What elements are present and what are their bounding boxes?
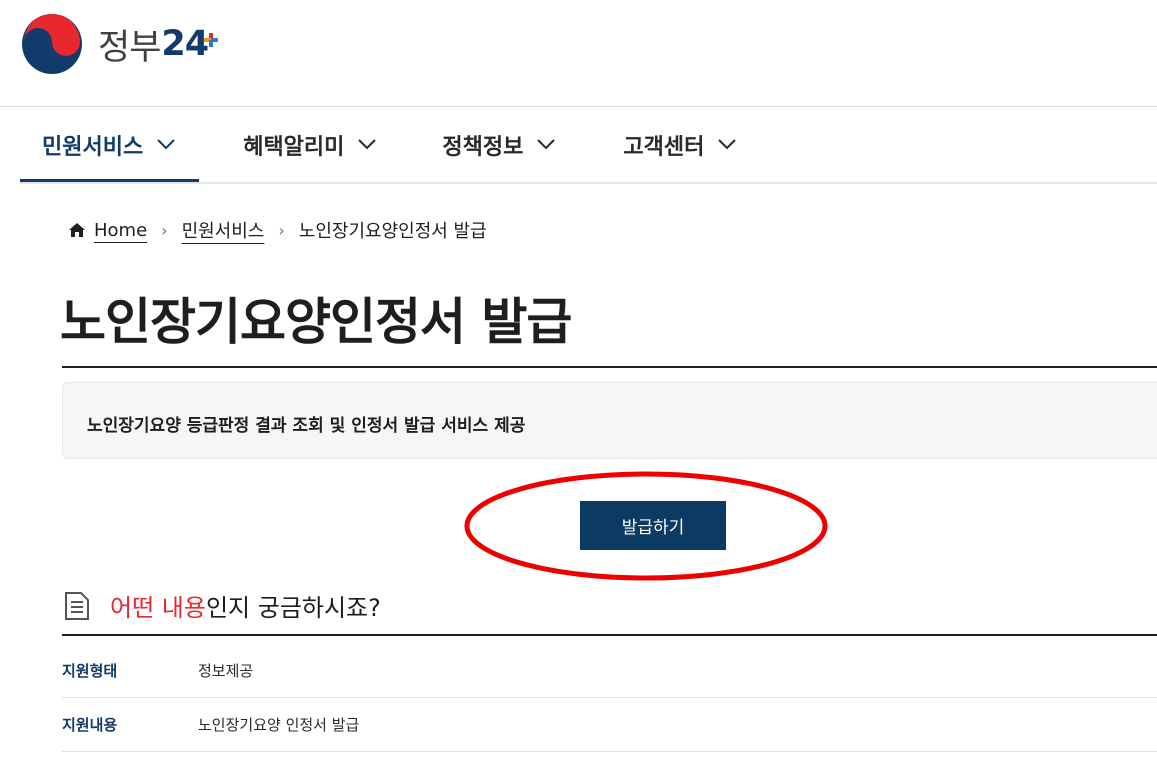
site-logo[interactable]: 정부 24 — [20, 12, 219, 76]
chevron-down-icon — [718, 139, 737, 150]
gnb-item-label: 정책정보 — [442, 134, 524, 160]
gnb-item-label: 혜택알리미 — [243, 134, 345, 160]
page-title: 노인장기요양인정서 발급 — [60, 293, 572, 351]
title-divider — [62, 366, 1157, 368]
issue-button[interactable]: 발급하기 — [580, 501, 726, 550]
chevron-down-icon — [358, 139, 377, 150]
gnb-bottom-divider — [20, 182, 1157, 184]
breadcrumb: Home › 민원서비스 › 노인장기요양인정서 발급 — [68, 217, 487, 243]
plus-mark-icon — [204, 33, 219, 47]
section-title-rest: 인지 궁금하시죠? — [205, 594, 381, 622]
breadcrumb-civil-service-link[interactable]: 민원서비스 — [182, 217, 265, 243]
document-icon — [64, 591, 90, 621]
info-label: 지원형태 — [62, 661, 118, 680]
home-icon — [68, 222, 86, 238]
breadcrumb-current: 노인장기요양인정서 발급 — [298, 221, 487, 242]
section-title-highlight: 어떤 내용 — [110, 594, 206, 622]
gnb-item-benefits[interactable]: 혜택알리미 — [199, 107, 408, 182]
chevron-right-icon: › — [161, 220, 168, 240]
gnb-item-policy[interactable]: 정책정보 — [408, 107, 587, 182]
section-title: 어떤 내용인지 궁금하시죠? — [110, 588, 381, 623]
gnb-item-label: 민원서비스 — [42, 134, 144, 160]
site-header: 정부 24 — [0, 0, 1157, 106]
info-value: 정보제공 — [198, 661, 254, 680]
taegeuk-emblem-icon — [22, 14, 82, 74]
chevron-down-icon — [537, 139, 556, 150]
chevron-down-icon — [157, 139, 175, 150]
main-navigation: 민원서비스 혜택알리미 정책정보 고객센터 — [20, 107, 756, 183]
breadcrumb-home-link[interactable]: Home — [94, 220, 147, 241]
logo-text: 정부 — [98, 27, 161, 68]
logo-number: 24 — [161, 24, 209, 64]
info-label: 지원내용 — [62, 715, 118, 734]
service-summary-box: 노인장기요양 등급판정 결과 조회 및 인정서 발급 서비스 제공 — [62, 382, 1157, 459]
gnb-item-customer-center[interactable]: 고객센터 — [587, 107, 756, 182]
info-row-support-type: 지원형태 정보제공 — [62, 643, 1157, 698]
gnb-item-label: 고객센터 — [623, 134, 705, 160]
section-header: 어떤 내용인지 궁금하시죠? — [64, 588, 381, 623]
gnb-item-civil-service[interactable]: 민원서비스 — [20, 107, 200, 183]
service-summary-text: 노인장기요양 등급판정 결과 조회 및 인정서 발급 서비스 제공 — [87, 416, 526, 436]
info-value: 노인장기요양 인정서 발급 — [198, 715, 360, 734]
info-row-support-content: 지원내용 노인장기요양 인정서 발급 — [62, 697, 1157, 752]
chevron-right-icon: › — [278, 220, 285, 240]
section-divider — [62, 634, 1157, 636]
